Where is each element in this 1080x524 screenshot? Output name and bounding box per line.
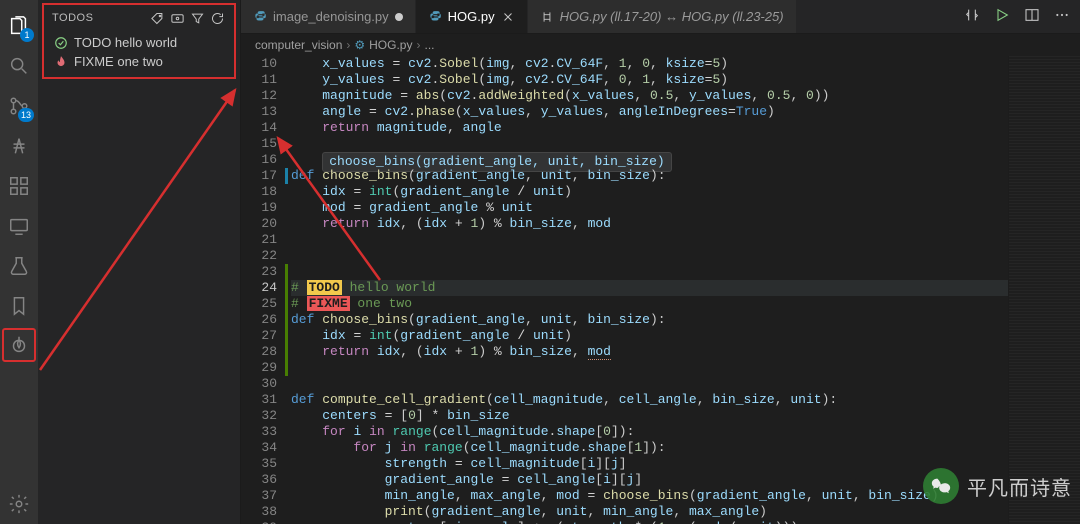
bookmarks-icon[interactable] [0,286,38,326]
flame-icon [54,55,68,69]
code-line[interactable]: idx = int(gradient_angle / unit) [291,184,1008,200]
code-line[interactable]: return magnitude, angle [291,120,1008,136]
code-line[interactable]: strength = cell_magnitude[i][j] [291,456,1008,472]
code-line[interactable]: return idx, (idx + 1) % bin_size, mod [291,216,1008,232]
more-icon[interactable] [1054,7,1070,26]
code-line[interactable]: def choose_bins(gradient_angle, unit, bi… [291,168,1008,184]
search-icon[interactable] [0,46,38,86]
editor-tabs: image_denoising.py HOG.py HOG.py (ll.17-20… [241,0,1080,34]
extensions-icon[interactable] [0,166,38,206]
scm-badge: 13 [18,108,34,122]
code-area[interactable]: x_values = cv2.Sobel(img, cv2.CV_64F, 1,… [291,56,1008,524]
code-line[interactable]: # FIXME one two [291,296,1008,312]
tab-label: HOG.py (ll.17-20) ↔ HOG.py (ll.23-25) [560,9,784,24]
todo-item[interactable]: TODO hello world [44,33,234,52]
code-line[interactable]: angle = cv2.phase(x_values, y_values, an… [291,104,1008,120]
split-editor-icon[interactable] [1024,7,1040,26]
editor-body[interactable]: 1011121314151617181920212223242526272829… [241,56,1080,524]
explorer-icon[interactable]: 1 [0,6,38,46]
code-line[interactable] [291,232,1008,248]
check-circle-icon [54,36,68,50]
todo-tree-icon[interactable] [2,328,36,362]
breadcrumb-part[interactable]: HOG.py [369,38,412,52]
remote-icon[interactable] [0,206,38,246]
code-line[interactable]: print(gradient_angle, unit, min_angle, m… [291,504,1008,520]
code-line[interactable]: return idx, (idx + 1) % bin_size, mod [291,344,1008,360]
code-line[interactable] [291,360,1008,376]
code-line[interactable]: y_values = cv2.Sobel(img, cv2.CV_64F, 0,… [291,72,1008,88]
code-line[interactable] [291,136,1008,152]
code-line[interactable]: x_values = cv2.Sobel(img, cv2.CV_64F, 1,… [291,56,1008,72]
code-line[interactable]: idx = int(gradient_angle / unit) [291,328,1008,344]
run-icon[interactable] [994,7,1010,26]
code-line[interactable]: def choose_bins(gradient_angle, unit, bi… [291,312,1008,328]
editor-tab[interactable]: HOG.py (ll.17-20) ↔ HOG.py (ll.23-25) [528,0,797,33]
todos-panel: TODOS TODO hello world FIXME one two [42,3,236,79]
tab-label: image_denoising.py [273,9,389,24]
filter-icon[interactable] [188,9,206,27]
explorer-badge: 1 [20,28,34,42]
view-icon[interactable] [168,9,186,27]
code-line[interactable]: for j in range(cell_magnitude.shape[1]): [291,440,1008,456]
breadcrumb-part[interactable]: ... [424,38,434,52]
line-gutter: 1011121314151617181920212223242526272829… [241,56,291,524]
code-line[interactable]: min_angle, max_angle, mod = choose_bins(… [291,488,1008,504]
test-icon[interactable] [0,246,38,286]
watermark-text: 平凡而诗意 [967,472,1072,501]
code-line[interactable]: mod = gradient_angle % unit [291,200,1008,216]
code-line[interactable]: gradient_angle = cell_angle[i][j] [291,472,1008,488]
breadcrumb-part[interactable]: computer_vision [255,38,342,52]
editor-tab[interactable]: HOG.py [416,0,528,33]
code-line[interactable] [291,264,1008,280]
todos-title: TODOS [52,12,146,24]
activity-bar: 1 13 [0,0,38,524]
todos-header: TODOS [44,5,234,33]
settings-gear-icon[interactable] [0,484,38,524]
todo-item[interactable]: FIXME one two [44,52,234,71]
compare-changes-icon[interactable] [964,7,980,26]
dirty-indicator-icon [395,13,403,21]
python-icon [253,10,267,24]
python-icon [428,10,442,24]
wechat-icon [923,468,959,504]
code-line[interactable]: # TODO hello world [291,280,1008,296]
code-line[interactable]: def compute_cell_gradient(cell_magnitude… [291,392,1008,408]
code-line[interactable] [291,248,1008,264]
code-line[interactable]: magnitude = abs(cv2.addWeighted(x_values… [291,88,1008,104]
code-line[interactable]: centers = [0] * bin_size [291,408,1008,424]
editor-tab[interactable]: image_denoising.py [241,0,416,33]
tab-label: HOG.py [448,9,495,24]
minimap[interactable] [1008,56,1080,524]
code-line[interactable]: centers[min_angle] += (strength * (1 - (… [291,520,1008,524]
refresh-icon[interactable] [208,9,226,27]
editor-area: image_denoising.py HOG.py HOG.py (ll.17-20… [241,0,1080,524]
todo-label: TODO hello world [74,35,177,50]
debug-icon[interactable] [0,126,38,166]
watermark: 平凡而诗意 [923,468,1072,504]
diff-icon [540,10,554,24]
close-icon[interactable] [501,10,515,24]
source-control-icon[interactable]: 13 [0,86,38,126]
code-line[interactable]: choose_bins(gradient_angle, unit, bin_si… [291,152,1008,168]
todo-label: FIXME one two [74,54,163,69]
editor-actions [954,0,1080,33]
code-line[interactable] [291,376,1008,392]
breadcrumbs[interactable]: computer_vision › ⚙ HOG.py › ... [241,34,1080,56]
side-panel: TODOS TODO hello world FIXME one two [38,0,241,524]
code-line[interactable]: for i in range(cell_magnitude.shape[0]): [291,424,1008,440]
tag-icon[interactable] [148,9,166,27]
